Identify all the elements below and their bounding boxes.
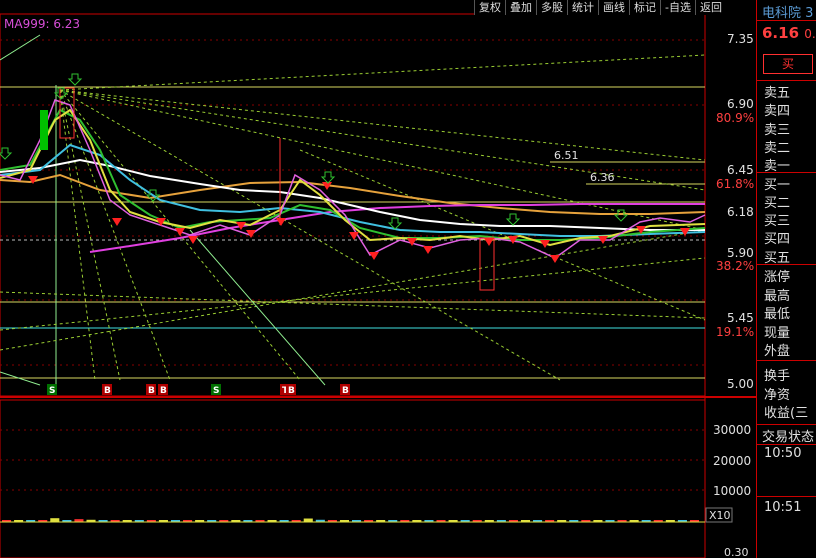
trade-status-title: 交易状态 [762,430,815,445]
quote-stat-3: 现量 [764,325,791,341]
price-tick-label: 5.90 [727,246,754,260]
signal-marker-b: B [340,384,350,396]
quote-stat-2: 最低 [764,307,791,323]
quote-panel: 电科院 3 6.16 0. 买 卖五 卖四 卖三 卖二 卖一 买一 买二 买三 买四 买五 涨停最… [756,0,816,558]
order-book-row-8: 买四 [764,232,791,248]
signal-markers: SBBBSTBB [47,384,350,396]
stock-price: 6.16 0. [762,24,816,42]
kline-chart[interactable]: 7.35 6.90 6.45 6.18 5.90 5.45 5.00 80.9% 61.8% 3… [0,0,756,558]
price-tick-label: 5.45 [727,311,754,325]
signal-marker-b: B [102,384,112,396]
fib-ratio-label: 19.1% [716,325,754,339]
toolbar-button-4[interactable]: 画线 [598,0,629,15]
price-tick-label: 6.45 [727,163,754,177]
volume-bars [2,518,699,522]
quote-stat-7: 收益(三 [764,406,809,422]
quote-stat-4: 外盘 [764,344,791,360]
price-tick-label: 6.18 [727,205,754,219]
quote-stat-6: 净资 [764,387,791,403]
svg-text:B: B [148,386,155,396]
volume-panel-border [0,399,706,558]
buy-button[interactable]: 买 [763,54,813,74]
ma999-label: MA999: 6.23 [4,17,81,31]
annotation-636: 6.36 [590,171,615,184]
toolbar-button-5[interactable]: 标记 [629,0,660,15]
order-book-row-5: 买一 [764,177,791,193]
toolbar-button-2[interactable]: 多股 [536,0,567,15]
order-book-row-0: 卖五 [764,86,791,101]
toolbar-button-3[interactable]: 统计 [567,0,598,15]
quote-stat-5: 换手 [764,369,791,384]
price-tick-label: 7.35 [727,32,754,46]
signal-marker-b: B [158,384,168,396]
quote-stat-0: 涨停 [764,270,791,285]
order-book-row-9: 买五 [764,250,791,266]
annotation-651: 6.51 [554,149,579,162]
quote-stat-1: 最高 [764,288,791,304]
svg-text:S: S [213,386,219,396]
price-tick-label: 6.90 [727,97,754,111]
time-1: 10:50 [764,446,802,461]
order-book-row-6: 买二 [764,195,791,211]
toolbar-button-1[interactable]: 叠加 [505,0,536,15]
order-book-row-1: 卖四 [764,104,791,120]
volume-tick-label: 30000 [713,423,751,437]
price-tick-label: 5.00 [727,377,754,391]
toolbar-button-6[interactable]: -自选 [660,0,695,15]
svg-text:S: S [49,386,55,396]
volume-unit: X10 [709,509,731,522]
toolbar-button-7[interactable]: 返回 [694,0,726,15]
svg-text:B: B [288,386,295,396]
volume-bar [303,518,313,522]
fib-ratio-label: 61.8% [716,177,754,191]
fib-ratio-label: 38.2% [716,259,754,273]
volume-bar [50,518,60,522]
trend-fan-lines [0,54,706,381]
svg-text:B: B [160,386,167,396]
volume-tick-label: 20000 [713,454,751,468]
signal-marker-s: S [211,384,221,396]
time-2: 10:51 [764,500,802,515]
chart-toolbar: 复权 叠加 多股 统计 画线 标记 -自选 返回 [474,0,726,15]
toolbar-button-0[interactable]: 复权 [474,0,505,15]
signal-marker-b: B [286,384,296,396]
signal-marker-s: S [47,384,57,396]
svg-text:B: B [342,386,349,396]
order-book-row-3: 卖二 [764,140,791,156]
order-book-row-2: 卖三 [764,122,791,138]
volume-tick-label: 10000 [713,484,751,498]
svg-text:B: B [104,386,111,396]
fib-ratio-label: 80.9% [716,111,754,125]
stock-name[interactable]: 电科院 3 [762,2,813,21]
signal-marker-b: B [146,384,156,396]
fib-ratio-labels: 80.9% 61.8% 38.2% 19.1% [716,111,754,339]
volume-bottom-label: 0.30 [724,546,749,558]
volume-axis: 30000 20000 10000 [713,423,751,498]
order-book-row-7: 买三 [764,214,791,230]
